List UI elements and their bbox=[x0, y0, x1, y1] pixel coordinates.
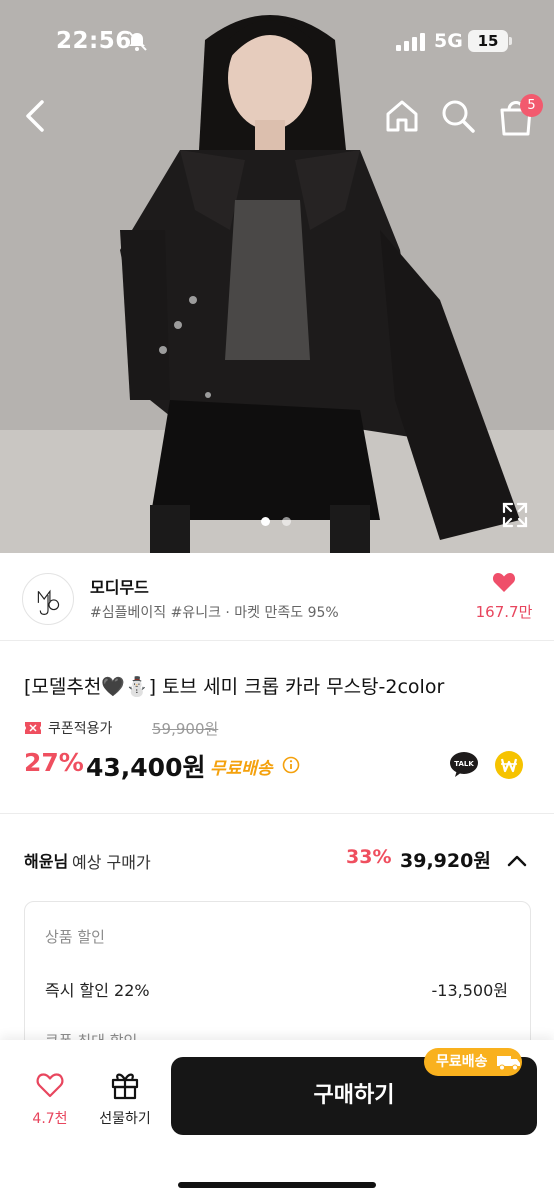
gift-label: 선물하기 bbox=[99, 1111, 151, 1127]
status-bar: 22:56 5G 15 bbox=[0, 0, 554, 84]
instant-discount-value: -13,500원 bbox=[431, 981, 508, 1000]
heart-filled-icon bbox=[492, 573, 516, 592]
kakao-talk-icon[interactable]: TALK bbox=[449, 750, 479, 780]
bottom-action-bar: 4.7천 선물하기 구매하기 무료배송 bbox=[0, 1040, 554, 1200]
discount-rate: 27% bbox=[24, 748, 84, 777]
shop-logo[interactable] bbox=[22, 573, 74, 625]
discount-breakdown: 상품 할인 즉시 할인 22% -13,500원 쿠폰 최대 할인 bbox=[24, 901, 531, 1061]
mute-bell-icon bbox=[128, 31, 147, 51]
shop-like-count: 167.7만 bbox=[475, 603, 533, 621]
shop-tags: #심플베이직 #유니크 · 마켓 만족도 95% bbox=[90, 605, 339, 621]
free-shipping-label: 무료배송 bbox=[210, 759, 273, 779]
expected-price-label: 예상 구매가 bbox=[72, 853, 151, 872]
cart-count-badge: 5 bbox=[520, 94, 543, 117]
expand-icon[interactable] bbox=[500, 500, 530, 530]
chevron-up-icon[interactable] bbox=[504, 848, 530, 874]
home-indicator bbox=[178, 1182, 376, 1188]
search-icon[interactable] bbox=[438, 96, 478, 136]
product-image-gallery[interactable]: 22:56 5G 15 5 bbox=[0, 0, 554, 553]
original-price: 59,900원 bbox=[152, 720, 219, 738]
instant-discount-label: 즉시 할인 22% bbox=[45, 981, 150, 1000]
gallery-dot[interactable] bbox=[282, 517, 291, 526]
shop-row[interactable]: 모디무드 #심플베이직 #유니크 · 마켓 만족도 95% 167.7만 bbox=[0, 553, 554, 641]
wishlist-count: 4.7천 bbox=[32, 1111, 68, 1127]
heart-outline-icon bbox=[36, 1073, 64, 1098]
info-icon[interactable] bbox=[282, 756, 300, 774]
product-title: [모델추천🖤⛄] 토브 세미 크롭 카라 무스탕-2color bbox=[24, 676, 445, 698]
won-pay-icon[interactable] bbox=[494, 750, 524, 780]
member-name: 해윤님 bbox=[24, 852, 69, 871]
battery-tip bbox=[509, 37, 512, 45]
gift-button[interactable]: 선물하기 bbox=[90, 1070, 160, 1130]
gallery-pagination bbox=[258, 517, 298, 529]
network-label: 5G bbox=[434, 30, 463, 52]
chevron-left-icon[interactable] bbox=[18, 96, 54, 136]
price-row: 27% 43,400원 무료배송 TALK bbox=[24, 748, 534, 784]
signal-icon bbox=[396, 33, 425, 51]
wishlist-button[interactable]: 4.7천 bbox=[22, 1070, 78, 1130]
expected-discount-rate: 33% bbox=[346, 846, 392, 868]
home-icon[interactable] bbox=[382, 96, 422, 136]
coupon-label: 쿠폰적용가 bbox=[48, 721, 113, 737]
coupon-icon bbox=[25, 722, 41, 734]
status-time: 22:56 bbox=[56, 28, 132, 54]
discount-section-header: 상품 할인 bbox=[45, 928, 105, 946]
shop-name[interactable]: 모디무드 bbox=[90, 574, 149, 598]
gallery-dot-active[interactable] bbox=[261, 517, 270, 526]
expected-price-row[interactable]: 해윤님 예상 구매가 33% 39,920원 bbox=[24, 846, 530, 874]
sale-price: 43,400원 bbox=[86, 753, 206, 782]
battery-level: 15 bbox=[468, 30, 508, 52]
section-divider bbox=[0, 813, 554, 814]
gift-icon bbox=[111, 1073, 139, 1100]
svg-text:TALK: TALK bbox=[454, 760, 474, 768]
expected-price: 39,920원 bbox=[400, 850, 491, 872]
truck-icon bbox=[497, 1056, 520, 1071]
shop-like-button[interactable]: 167.7만 bbox=[464, 571, 544, 621]
